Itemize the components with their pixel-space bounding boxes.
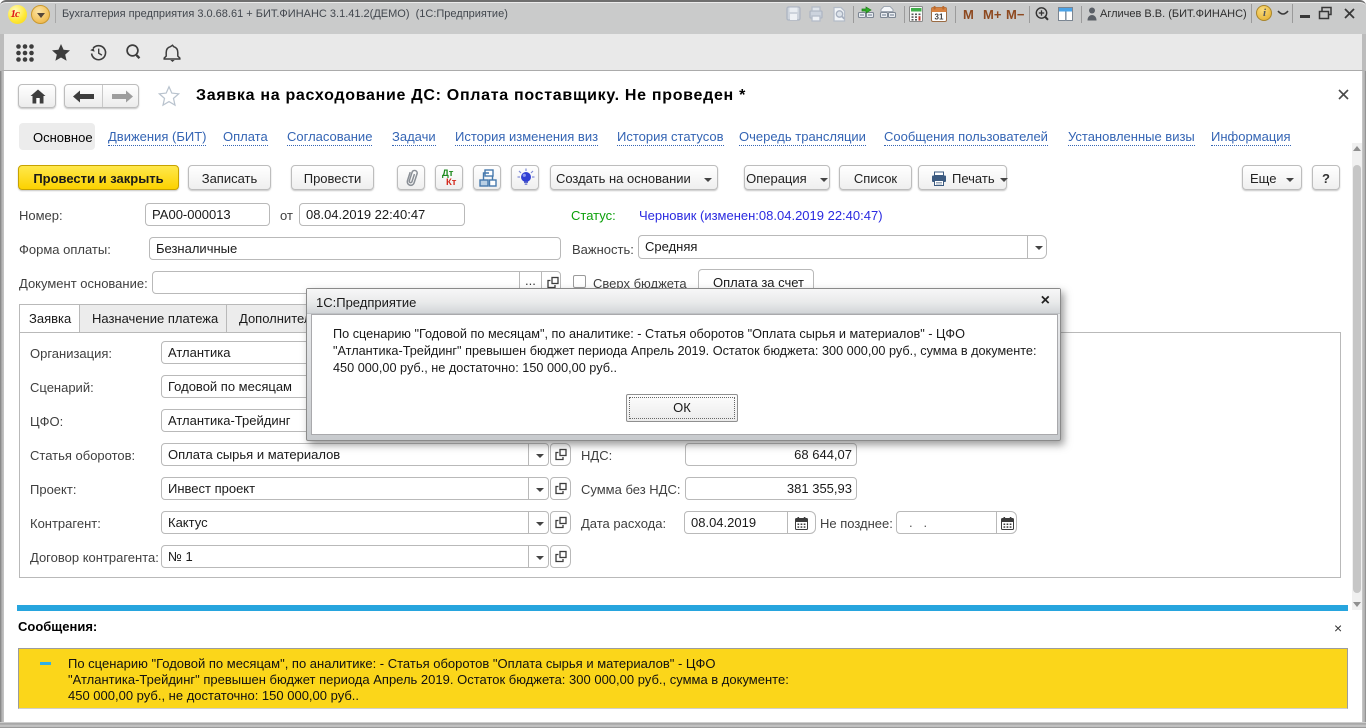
svg-text:M−: M− bbox=[1006, 7, 1025, 22]
svg-text:31: 31 bbox=[935, 13, 944, 22]
svg-text:M: M bbox=[963, 7, 974, 22]
svg-text:M+: M+ bbox=[983, 7, 1002, 22]
